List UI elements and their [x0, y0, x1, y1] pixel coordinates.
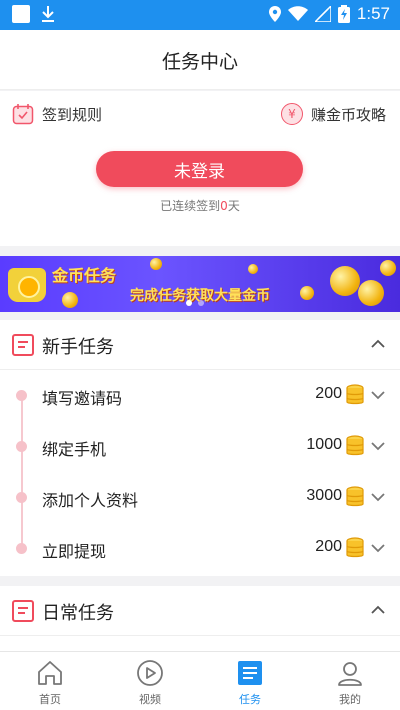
streak-prefix: 已连续签到 — [160, 199, 221, 213]
task-list: 填写邀请码 200 绑定手机 1000 添加个人资料 3000 立即提现 200 — [0, 370, 400, 574]
task-row[interactable]: 添加个人资料 3000 — [0, 472, 400, 523]
chevron-down-icon[interactable] — [370, 438, 386, 454]
nav-home[interactable]: 首页 — [0, 652, 100, 710]
timeline-dot — [16, 492, 27, 503]
task-row[interactable]: 立即提现 200 — [0, 523, 400, 574]
pager-dot — [186, 300, 192, 306]
coin-stack-icon — [346, 486, 364, 507]
coin-decoration — [62, 292, 78, 308]
home-icon — [38, 661, 62, 685]
signin-streak: 已连续签到0天 — [0, 197, 400, 214]
coin-decoration — [380, 260, 396, 276]
timeline-dot — [16, 543, 27, 554]
task-reward: 200 — [315, 538, 342, 555]
bottom-nav: 首页 视频 任务 我的 — [0, 651, 400, 710]
status-bar: 1:57 — [0, 0, 400, 30]
pager-dot — [198, 300, 204, 306]
task-name: 添加个人资料 — [42, 491, 139, 510]
task-reward: 1000 — [306, 436, 342, 453]
section-header[interactable]: 新手任务 — [0, 320, 400, 370]
task-name: 绑定手机 — [42, 440, 107, 459]
banner-pager — [186, 300, 204, 306]
download-icon — [42, 6, 54, 22]
chevron-down-icon[interactable] — [370, 540, 386, 556]
nav-label: 视频 — [139, 693, 161, 706]
coin-decoration — [150, 258, 162, 270]
task-section-icon — [12, 334, 34, 356]
daily-tasks-section: 日常任务 — [0, 586, 400, 651]
banner-title: 金币任务 — [52, 266, 117, 285]
task-row[interactable]: 填写邀请码 200 — [0, 370, 400, 421]
red-envelope-icon — [8, 268, 46, 302]
profile-icon — [338, 662, 362, 686]
yen-icon: ¥ — [280, 103, 303, 125]
coin-decoration — [300, 286, 314, 300]
nav-label: 我的 — [339, 693, 361, 706]
calendar-icon — [12, 104, 34, 125]
task-reward: 200 — [315, 385, 342, 402]
section-title: 新手任务 — [42, 337, 114, 358]
play-icon — [137, 660, 163, 686]
clock: 1:57 — [356, 4, 390, 23]
notification-icon — [12, 5, 30, 23]
coin-decoration — [358, 280, 384, 306]
streak-suffix: 天 — [227, 199, 240, 213]
coin-decoration — [248, 264, 258, 274]
section-title: 日常任务 — [42, 603, 114, 624]
chevron-down-icon[interactable] — [370, 489, 386, 505]
location-icon — [268, 6, 281, 22]
timeline-dot — [16, 390, 27, 401]
login-button[interactable]: 未登录 — [96, 151, 303, 187]
chevron-down-icon[interactable] — [370, 387, 386, 403]
coin-stack-icon — [346, 435, 364, 456]
wifi-icon — [287, 6, 308, 21]
task-name: 立即提现 — [42, 542, 107, 561]
timeline-dot — [16, 441, 27, 452]
nav-video[interactable]: 视频 — [100, 652, 200, 710]
earn-coins-guide-link[interactable]: ¥ 赚金币攻略 — [280, 103, 386, 125]
signin-rules-label: 签到规则 — [42, 105, 103, 124]
battery-icon — [337, 5, 350, 23]
nav-label: 任务 — [239, 693, 261, 706]
nav-tasks[interactable]: 任务 — [200, 652, 300, 710]
chevron-up-icon[interactable] — [370, 336, 386, 352]
page-title: 任务中心 — [161, 51, 238, 73]
coin-stack-icon — [346, 384, 364, 405]
newbie-tasks-section: 新手任务 填写邀请码 200 绑定手机 1000 添加个人资料 3000 立即提… — [0, 320, 400, 576]
coin-decoration — [330, 266, 360, 296]
task-reward: 3000 — [306, 487, 342, 504]
task-row[interactable]: 绑定手机 1000 — [0, 421, 400, 472]
earn-coins-guide-label: 赚金币攻略 — [310, 105, 386, 124]
signal-icon — [314, 6, 331, 22]
coin-task-banner[interactable]: 金币任务 完成任务获取大量金币 — [0, 256, 400, 312]
streak-days: 0 — [220, 199, 228, 213]
task-list-icon — [238, 661, 262, 685]
signin-card: 签到规则 ¥ 赚金币攻略 未登录 已连续签到0天 — [0, 91, 400, 246]
task-name: 填写邀请码 — [42, 389, 123, 408]
coin-stack-icon — [346, 537, 364, 558]
signin-rules-link[interactable]: 签到规则 — [12, 103, 102, 125]
task-section-icon — [12, 600, 34, 622]
header: 任务中心 — [0, 30, 400, 90]
section-header[interactable]: 日常任务 — [0, 586, 400, 636]
nav-profile[interactable]: 我的 — [300, 652, 400, 710]
nav-label: 首页 — [39, 693, 61, 706]
chevron-up-icon[interactable] — [370, 602, 386, 618]
